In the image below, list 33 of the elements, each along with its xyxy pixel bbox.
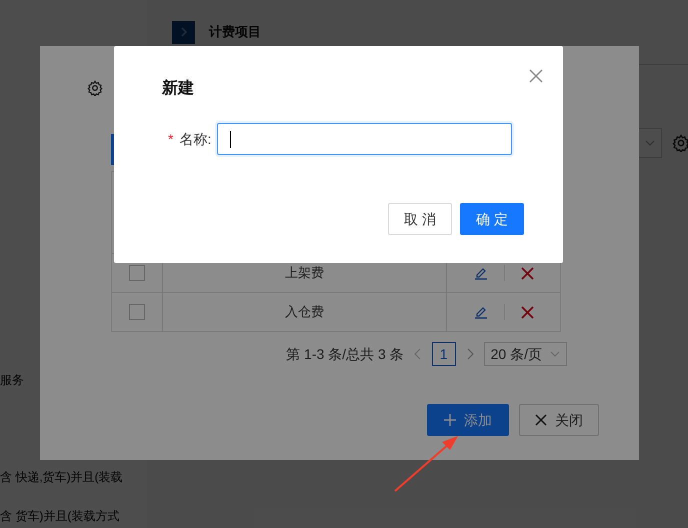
field-label: 名称: bbox=[179, 130, 212, 148]
table-cell-text: 上架费 bbox=[285, 264, 324, 282]
chevron-down-icon bbox=[645, 140, 655, 146]
close-icon bbox=[535, 414, 547, 426]
cancel-button[interactable]: 取 消 bbox=[388, 203, 452, 235]
page-title: 计费项目 bbox=[209, 23, 261, 42]
sidebar-text: 服务 bbox=[0, 373, 24, 387]
page-number[interactable]: 1 bbox=[432, 342, 456, 366]
close-icon[interactable] bbox=[529, 69, 543, 83]
chevron-right-icon[interactable] bbox=[172, 20, 195, 44]
settings-icon[interactable] bbox=[87, 80, 103, 96]
row-checkbox[interactable] bbox=[129, 265, 145, 281]
page-size-select[interactable]: 20 条/页 bbox=[484, 342, 567, 366]
chevron-down-icon bbox=[550, 351, 560, 357]
plus-icon bbox=[444, 414, 456, 426]
chevron-left-icon[interactable] bbox=[414, 348, 422, 360]
dialog-title: 新建 bbox=[162, 78, 194, 99]
add-button[interactable]: 添加 bbox=[427, 404, 509, 436]
chevron-right-icon[interactable] bbox=[466, 348, 474, 360]
required-mark: * bbox=[168, 130, 174, 148]
row-checkbox[interactable] bbox=[129, 304, 145, 320]
pagination-summary: 第 1-3 条/总共 3 条 bbox=[286, 344, 404, 364]
delete-icon[interactable] bbox=[520, 266, 534, 280]
sidebar-text: 含 快递,货车)并且(装载 bbox=[0, 470, 123, 484]
name-input[interactable] bbox=[217, 123, 512, 155]
edit-icon[interactable] bbox=[474, 266, 488, 280]
text-cursor bbox=[230, 130, 232, 148]
confirm-button[interactable]: 确 定 bbox=[460, 203, 524, 235]
sidebar-text: 含 货车)并且(装载方式 bbox=[0, 509, 120, 523]
table-cell-text: 入仓费 bbox=[285, 303, 324, 322]
close-button[interactable]: 关闭 bbox=[519, 404, 599, 436]
edit-icon[interactable] bbox=[474, 305, 488, 319]
delete-icon[interactable] bbox=[520, 306, 534, 318]
